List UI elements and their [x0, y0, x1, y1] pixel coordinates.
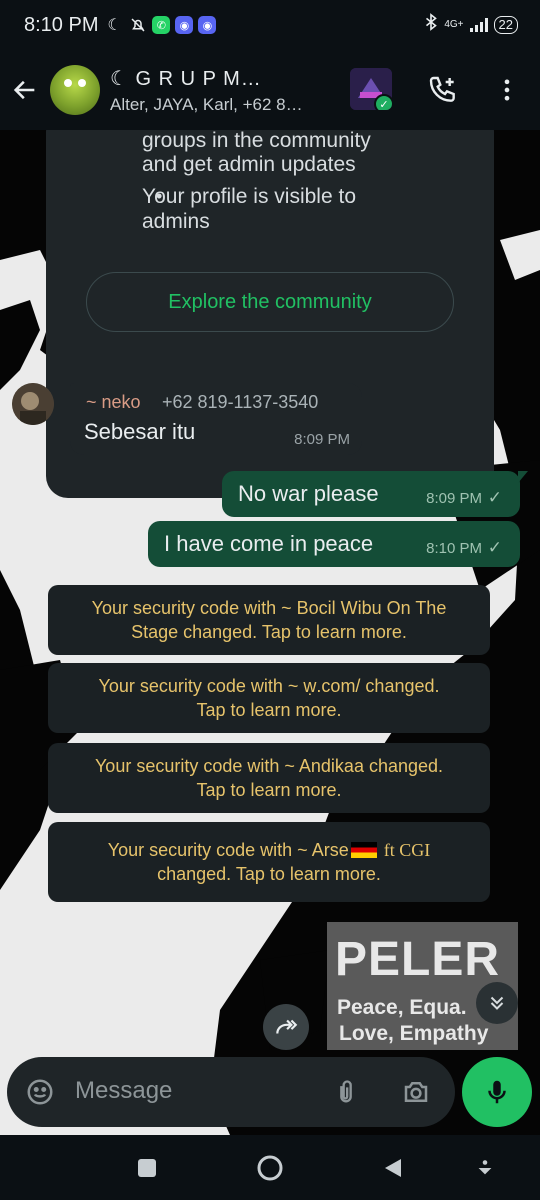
group-title: ☾ G R U P M…	[110, 67, 262, 90]
card-text-line: admins	[142, 210, 210, 233]
incoming-message[interactable]: ~ neko +62 819-1137-3540 Sebesar itu 8:0…	[70, 383, 362, 455]
chevron-down-icon	[478, 1160, 492, 1175]
more-options-button[interactable]	[482, 65, 532, 115]
back-nav-button[interactable]	[378, 1153, 408, 1183]
notice-text: Your security code with ~ ẉ.com/ changed…	[98, 676, 440, 696]
sender-avatar[interactable]	[12, 383, 54, 425]
security-code-notice[interactable]: Your security code with ~ Bocil Wibu On …	[48, 585, 490, 655]
camera-icon	[404, 1082, 428, 1102]
discord-icon: ◉	[198, 16, 217, 34]
back-arrow-icon	[13, 80, 35, 100]
square-icon	[138, 1159, 156, 1177]
message-text: Sebesar itu	[84, 419, 196, 444]
notice-text: Your security code with ~ Andikaa change…	[94, 756, 444, 776]
whatsapp-icon: ✆	[152, 16, 171, 34]
attach-button[interactable]	[327, 1073, 365, 1111]
message-time: 8:09 PM	[294, 431, 350, 448]
outgoing-message[interactable]: I have come in peace 8:10 PM ✓	[148, 521, 520, 567]
card-text-line: Your profile is visible to	[142, 185, 356, 208]
add-call-icon	[429, 76, 455, 102]
group-members: Alter, JAYA, Karl, +62 8…	[110, 94, 303, 114]
forward-button[interactable]	[263, 1004, 309, 1050]
hide-nav-button[interactable]	[470, 1153, 500, 1183]
camera-button[interactable]	[397, 1073, 435, 1111]
group-info[interactable]: ☾ G R U P M… Alter, JAYA, Karl, +62 8…	[110, 66, 325, 115]
bluetooth-icon	[424, 13, 438, 37]
sent-check-icon: ✓	[487, 488, 502, 507]
sender-phone: +62 819-1137-3540	[162, 392, 319, 412]
sent-check-icon: ✓	[487, 538, 502, 557]
network-type: 4G+	[444, 19, 464, 30]
message-time: 8:10 PM	[426, 540, 482, 557]
microphone-icon	[488, 1080, 506, 1104]
card-text-line: and get admin updates	[142, 153, 356, 176]
circle-icon	[257, 1155, 283, 1181]
explore-community-button[interactable]: Explore the community	[86, 272, 454, 332]
message-time: 8:09 PM	[426, 490, 482, 507]
bubble-tail	[518, 471, 528, 483]
notice-text: changed. Tap to learn more.	[157, 864, 381, 884]
notice-text: Tap to learn more.	[196, 780, 342, 800]
sticker-text: Love, Empathy	[339, 1022, 489, 1045]
system-nav-bar	[0, 1135, 540, 1200]
forward-icon	[276, 1019, 298, 1034]
verified-check-icon: ✓	[374, 94, 392, 110]
sticker-text: Peace, Equa.	[337, 996, 467, 1019]
notice-text: Your security code with ~ Bocil Wibu On …	[91, 598, 447, 618]
outgoing-message[interactable]: No war please 8:09 PM ✓	[222, 471, 528, 517]
message-input-bar[interactable]: Message	[7, 1057, 455, 1127]
discord-icon: ◉	[175, 16, 194, 34]
sender-name[interactable]: ~ neko	[86, 392, 141, 413]
triangle-back-icon	[385, 1159, 401, 1177]
card-text-line: groups in the community	[142, 130, 371, 152]
notice-text: ft CGI	[383, 840, 431, 860]
notice-text: Tap to learn more.	[196, 700, 342, 720]
sticker-text: PELER	[335, 933, 501, 986]
message-text: No war please	[238, 481, 379, 506]
status-time: 8:10 PM	[24, 13, 99, 36]
community-avatar[interactable]: ✓	[350, 68, 392, 110]
signal-icon	[469, 18, 488, 32]
notice-text: Stage changed. Tap to learn more.	[131, 622, 407, 642]
recents-button[interactable]	[132, 1153, 162, 1183]
more-vert-icon	[504, 79, 510, 101]
security-code-notice[interactable]: Your security code with ~ Andikaa change…	[48, 743, 490, 813]
paperclip-icon	[340, 1080, 352, 1103]
security-code-notice[interactable]: Your security code with ~ ẉ.com/ changed…	[48, 663, 490, 733]
add-call-button[interactable]	[418, 65, 468, 115]
moon-icon: ☾	[107, 17, 122, 34]
germany-flag-emoji	[350, 842, 377, 858]
chat-header: ☾ G R U P M… Alter, JAYA, Karl, +62 8… ✓	[0, 50, 540, 130]
emoji-button[interactable]	[21, 1073, 59, 1111]
scroll-to-bottom-button[interactable]	[476, 982, 518, 1024]
group-avatar[interactable]	[50, 65, 100, 115]
message-input[interactable]: Message	[75, 1077, 172, 1105]
battery-icon: 22	[493, 16, 518, 34]
emoji-icon	[27, 1079, 53, 1105]
status-bar: 8:10 PM ☾ ✆ ◉ ◉ 4G+ 22	[0, 0, 540, 50]
chevron-double-down-icon	[490, 996, 504, 1010]
home-button[interactable]	[255, 1153, 285, 1183]
notice-text: Your security code with ~ Arse	[107, 840, 349, 860]
message-text: I have come in peace	[164, 531, 374, 556]
security-code-notice[interactable]: Your security code with ~ Arse ft CGI cha…	[48, 822, 490, 902]
voice-message-button[interactable]	[462, 1057, 532, 1127]
chat-area[interactable]: groups in the community and get admin up…	[0, 130, 540, 1135]
back-button[interactable]	[0, 65, 50, 115]
bell-off-icon	[128, 15, 148, 35]
